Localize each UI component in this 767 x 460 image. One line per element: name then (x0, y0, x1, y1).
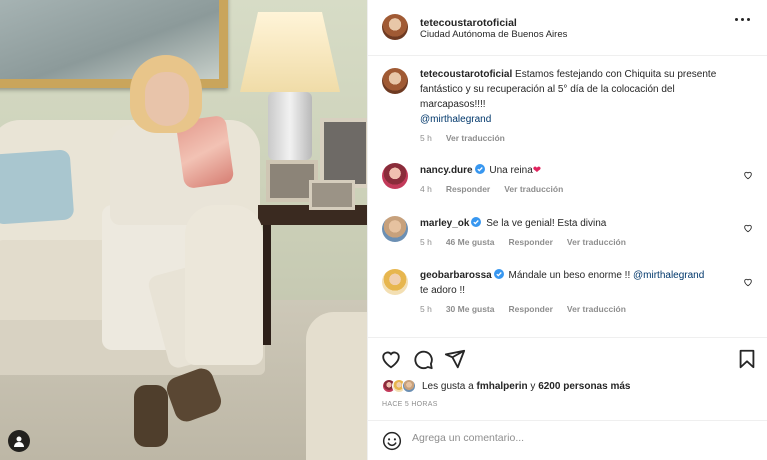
like-comment-icon[interactable] (743, 170, 753, 180)
verified-icon (474, 164, 485, 174)
comment: nancy.dure Una reina❤ 4 h Responder Ver … (420, 163, 750, 197)
comment-avatar[interactable] (382, 163, 408, 189)
comment-icon[interactable] (412, 348, 434, 370)
likes-user[interactable]: fmhalperin (477, 381, 528, 392)
comment-meta: 4 h Responder Ver traducción (420, 182, 750, 197)
caption-translate[interactable]: Ver traducción (446, 131, 505, 146)
instagram-post: tetecoustarotoficial Ciudad Autónoma de … (0, 0, 767, 460)
translate-button[interactable]: Ver traducción (567, 235, 626, 250)
post-side-panel: tetecoustarotoficial Ciudad Autónoma de … (367, 0, 767, 460)
more-icon[interactable] (735, 18, 750, 21)
photo-sofa-arm (185, 205, 263, 365)
comment-text: Se la ve genial! Esta divina (486, 218, 607, 229)
caption-time[interactable]: 5 h (420, 131, 432, 146)
likes-prefix: Les gusta a (422, 380, 474, 392)
caption-username[interactable]: tetecoustarotoficial (420, 69, 512, 80)
heart-emoji: ❤ (532, 165, 542, 176)
likes-summary[interactable]: Les gusta a fmhalperin y 6200 personas m… (382, 379, 630, 393)
emoji-icon[interactable] (382, 431, 402, 451)
post-location[interactable]: Ciudad Autónoma de Buenos Aires (420, 29, 567, 40)
verified-icon (471, 217, 482, 227)
comment-meta: 5 h 46 Me gusta Responder Ver traducción (420, 235, 750, 250)
comment-avatar[interactable] (382, 216, 408, 242)
comment-mention[interactable]: @mirthalegrand (633, 270, 704, 281)
post-header: tetecoustarotoficial Ciudad Autónoma de … (368, 0, 767, 56)
photo-frame-1 (320, 118, 367, 188)
comment-username[interactable]: nancy.dure (420, 165, 473, 176)
photo-person-face (145, 72, 189, 126)
comment-likes[interactable]: 46 Me gusta (446, 235, 495, 250)
photo-armchair (306, 312, 367, 460)
like-comment-icon[interactable] (743, 277, 753, 287)
photo-pillow (0, 149, 75, 225)
comment-username[interactable]: marley_ok (420, 218, 469, 229)
user-tag-icon[interactable] (8, 430, 30, 452)
caption: tetecoustarotoficial Estamos festejando … (420, 67, 750, 146)
action-bar (368, 337, 767, 377)
add-comment-input[interactable] (412, 432, 712, 444)
comment-time[interactable]: 4 h (420, 182, 432, 197)
comment-time[interactable]: 5 h (420, 235, 432, 250)
photo-frame-3 (309, 180, 355, 210)
comment-text: Mándale un beso enorme !! (508, 270, 631, 281)
translate-button[interactable]: Ver traducción (567, 302, 626, 317)
photo-table-leg (263, 225, 271, 345)
caption-mention[interactable]: @mirthalegrand (420, 114, 491, 125)
add-comment-bar (368, 420, 767, 460)
post-time-ago[interactable]: HACE 5 HORAS (382, 401, 438, 408)
comment-text: Una reina (489, 165, 533, 176)
comment-avatar[interactable] (382, 269, 408, 295)
photo-person-shoe (134, 385, 168, 447)
comment: marley_ok Se la ve genial! Esta divina 5… (420, 216, 750, 250)
comment-likes[interactable]: 30 Me gusta (446, 302, 495, 317)
comment-text-continued: te adoro !! (420, 285, 466, 296)
share-icon[interactable] (444, 348, 466, 370)
liker-avatar (402, 379, 416, 393)
translate-button[interactable]: Ver traducción (504, 182, 563, 197)
verified-icon (493, 269, 504, 279)
comment-meta: 5 h 30 Me gusta Responder Ver traducción (420, 302, 750, 317)
like-comment-icon[interactable] (743, 223, 753, 233)
photo-lamp-body (268, 92, 312, 160)
likes-count[interactable]: 6200 personas más (538, 381, 630, 392)
author-avatar[interactable] (382, 14, 408, 40)
reply-button[interactable]: Responder (446, 182, 490, 197)
comment-username[interactable]: geobarbarossa (420, 270, 492, 281)
heart-icon[interactable] (380, 348, 402, 370)
comment: geobarbarossa Mándale un beso enorme !! … (420, 268, 750, 317)
post-photo[interactable] (0, 0, 367, 460)
caption-avatar[interactable] (382, 68, 408, 94)
reply-button[interactable]: Responder (508, 235, 552, 250)
reply-button[interactable]: Responder (508, 302, 552, 317)
comment-time[interactable]: 5 h (420, 302, 432, 317)
likes-middle: y (530, 380, 536, 392)
caption-meta: 5 h Ver traducción (420, 131, 750, 146)
bookmark-icon[interactable] (736, 348, 758, 370)
